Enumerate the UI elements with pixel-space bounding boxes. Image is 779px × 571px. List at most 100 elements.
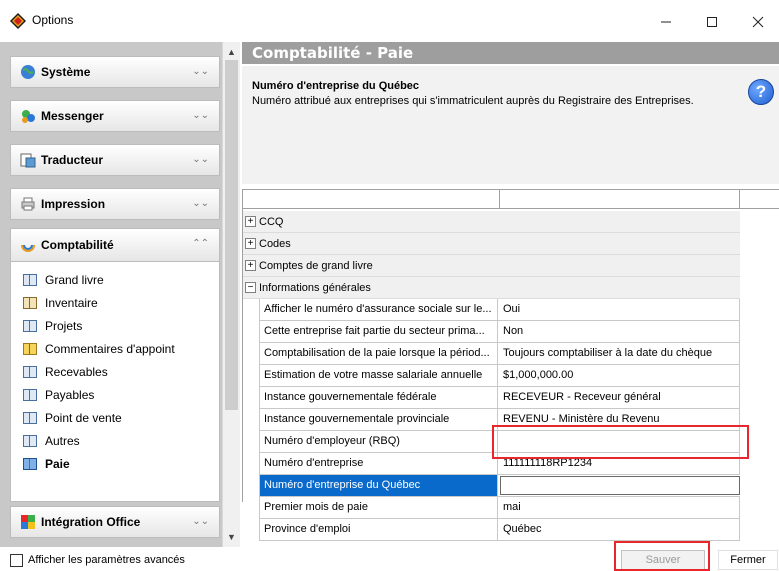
book-icon <box>23 320 37 332</box>
sidebar-item-label: Projets <box>45 319 83 333</box>
sidebar-item-label: Grand livre <box>45 273 104 287</box>
group-row-codes[interactable]: + Codes <box>243 233 740 255</box>
sidebar-item-payables[interactable]: Payables <box>23 385 94 405</box>
property-name: Cette entreprise fait partie du secteur … <box>259 321 498 342</box>
maximize-icon <box>707 17 717 27</box>
property-row[interactable]: Premier mois de paie mai <box>259 497 740 519</box>
printer-icon <box>19 195 37 213</box>
group-row-label: CCQ <box>259 215 284 228</box>
scroll-thumb[interactable] <box>225 60 238 410</box>
options-window: Options Système ⌄⌄ Messenger ⌄⌄ Traducte… <box>0 0 779 571</box>
group-systeme[interactable]: Système ⌄⌄ <box>10 56 220 88</box>
group-messenger[interactable]: Messenger ⌄⌄ <box>10 100 220 132</box>
sidebar-item-label: Inventaire <box>45 296 98 310</box>
group-integration-office[interactable]: Intégration Office ⌄⌄ <box>10 506 220 538</box>
property-name: Instance gouvernementale fédérale <box>259 387 498 408</box>
comptabilite-items: Grand livre Inventaire Projets Commentai… <box>10 262 220 502</box>
sidebar-item-point-de-vente[interactable]: Point de vente <box>23 408 122 428</box>
sidebar-item-label: Commentaires d'appoint <box>45 342 175 356</box>
maximize-button[interactable] <box>689 8 735 36</box>
property-value[interactable]: Non <box>499 321 740 342</box>
group-row-label: Informations générales <box>259 281 371 294</box>
payroll-icon <box>23 458 37 470</box>
advanced-settings-label: Afficher les paramètres avancés <box>28 554 185 566</box>
group-row-comptes[interactable]: + Comptes de grand livre <box>243 255 740 277</box>
group-traducteur[interactable]: Traducteur ⌄⌄ <box>10 144 220 176</box>
expand-icon[interactable]: + <box>245 260 256 271</box>
chevron-down-icon: ⌄⌄ <box>192 66 209 77</box>
book-icon <box>23 435 37 447</box>
group-impression[interactable]: Impression ⌄⌄ <box>10 188 220 220</box>
sidebar-item-recevables[interactable]: Recevables <box>23 362 108 382</box>
sidebar-item-label: Point de vente <box>45 411 122 425</box>
title-bar: Options <box>0 0 779 40</box>
close-icon <box>752 16 764 28</box>
expand-icon[interactable]: + <box>245 238 256 249</box>
app-diamond-icon <box>10 13 26 29</box>
quebec-enterprise-number-input[interactable] <box>500 476 740 495</box>
property-row[interactable]: Instance gouvernementale fédérale RECEVE… <box>259 387 740 409</box>
close-window-button[interactable] <box>735 8 779 36</box>
group-row-ccq[interactable]: + CCQ <box>243 211 740 233</box>
sidebar-scrollbar[interactable]: ▲ ▼ <box>222 42 240 547</box>
expand-icon[interactable]: + <box>245 216 256 227</box>
property-name: Numéro d'employeur (RBQ) <box>259 431 498 452</box>
property-value[interactable]: Québec <box>499 519 740 540</box>
group-label: Traducteur <box>41 153 104 167</box>
group-row-label: Comptes de grand livre <box>259 259 373 272</box>
sidebar-item-label: Recevables <box>45 365 108 379</box>
book-icon <box>23 389 37 401</box>
property-row[interactable]: Comptabilisation de la paie lorsque la p… <box>259 343 740 365</box>
property-row[interactable]: Cette entreprise fait partie du secteur … <box>259 321 740 343</box>
chevron-down-icon: ⌄⌄ <box>192 198 209 209</box>
close-button[interactable]: Fermer <box>718 550 778 570</box>
panel-title: Comptabilité - Paie <box>242 42 779 64</box>
highlight-box-save <box>614 541 710 571</box>
sidebar-item-projets[interactable]: Projets <box>23 316 82 336</box>
group-label: Impression <box>41 197 106 211</box>
globe-icon <box>19 63 37 81</box>
property-name: Instance gouvernementale provinciale <box>259 409 498 430</box>
sidebar-item-autres[interactable]: Autres <box>23 431 80 451</box>
property-row[interactable]: Afficher le numéro d'assurance sociale s… <box>259 299 740 321</box>
minimize-button[interactable] <box>643 8 689 36</box>
group-row-informations[interactable]: − Informations générales <box>243 277 740 299</box>
pencil-note-icon <box>23 343 37 355</box>
office-icon <box>19 513 37 531</box>
sidebar-item-grand-livre[interactable]: Grand livre <box>23 270 104 290</box>
property-value[interactable]: Toujours comptabiliser à la date du chèq… <box>499 343 740 364</box>
property-value[interactable]: mai <box>499 497 740 518</box>
group-label: Comptabilité <box>41 238 114 252</box>
settings-panel: Comptabilité - Paie Numéro d'entreprise … <box>242 42 779 547</box>
collapse-icon[interactable]: − <box>245 282 256 293</box>
book-icon <box>23 366 37 378</box>
help-icon[interactable]: ? <box>748 79 774 105</box>
property-row[interactable]: Province d'emploi Québec <box>259 519 740 541</box>
scroll-up-icon[interactable]: ▲ <box>223 44 240 60</box>
sidebar-item-label: Autres <box>45 434 80 448</box>
property-row-selected[interactable]: Numéro d'entreprise du Québec <box>259 475 740 497</box>
property-value[interactable]: $1,000,000.00 <box>499 365 740 386</box>
sidebar-item-commentaires[interactable]: Commentaires d'appoint <box>23 339 175 359</box>
sidebar-item-label: Payables <box>45 388 95 402</box>
description-text: Numéro attribué aux entreprises qui s'im… <box>252 95 694 107</box>
inventory-icon <box>23 297 37 309</box>
property-value[interactable]: Oui <box>499 299 740 320</box>
chevron-down-icon: ⌄⌄ <box>192 110 209 121</box>
scroll-down-icon[interactable]: ▼ <box>223 529 240 545</box>
property-value[interactable]: RECEVEUR - Receveur général <box>499 387 740 408</box>
group-row-label: Codes <box>259 237 291 250</box>
accounting-icon <box>19 236 37 254</box>
property-row[interactable]: Estimation de votre masse salariale annu… <box>259 365 740 387</box>
property-name: Numéro d'entreprise du Québec <box>259 475 498 496</box>
minimize-icon <box>661 21 671 23</box>
advanced-settings-checkbox[interactable] <box>10 554 23 567</box>
sidebar-item-inventaire[interactable]: Inventaire <box>23 293 98 313</box>
book-icon <box>23 274 37 286</box>
property-name: Comptabilisation de la paie lorsque la p… <box>259 343 498 364</box>
group-comptabilite[interactable]: Comptabilité ⌃⌃ <box>10 228 220 262</box>
group-label: Messenger <box>41 109 104 123</box>
sidebar-groups: Système ⌄⌄ Messenger ⌄⌄ Traducteur ⌄⌄ Im… <box>10 42 220 547</box>
sidebar-item-paie[interactable]: Paie <box>23 454 70 474</box>
translator-icon <box>19 151 37 169</box>
